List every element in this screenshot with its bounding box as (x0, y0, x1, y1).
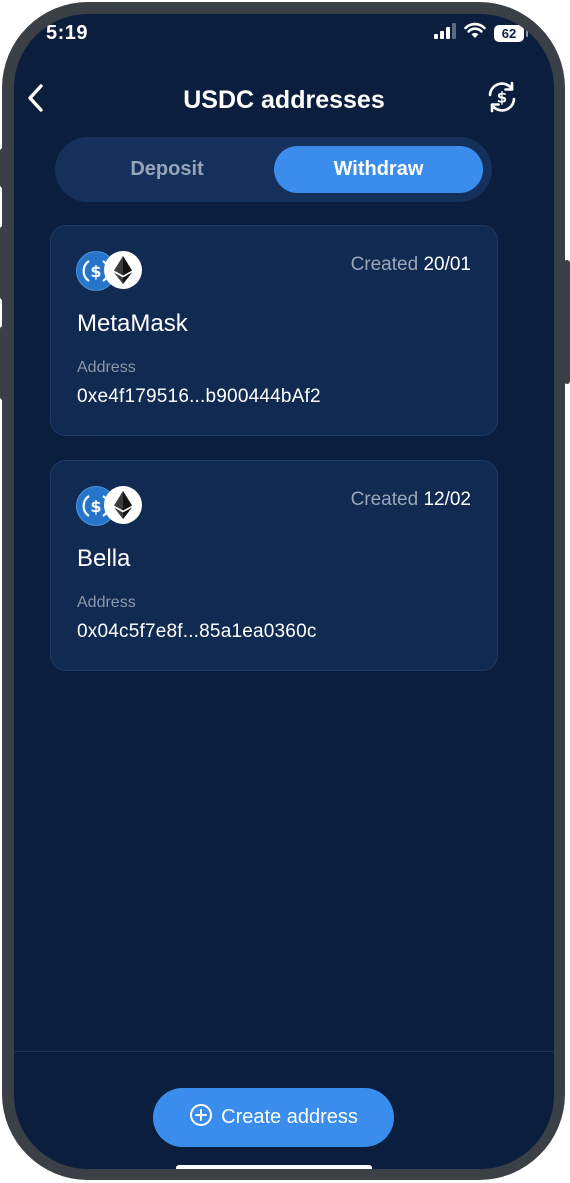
phone-device: 5:19 62 USDC addresses $ Deposit Withdra… (0, 0, 570, 1183)
app-screen: 5:19 62 USDC addresses $ Deposit Withdra… (14, 14, 554, 1169)
status-time: 5:19 (46, 22, 89, 44)
ethereum-icon (104, 486, 142, 524)
created-label: Created (350, 489, 419, 510)
tab-withdraw[interactable]: Withdraw (274, 146, 483, 193)
address-card[interactable]: $ Created 12/02 Bella Address 0x04c5f7e8… (50, 460, 498, 671)
address-label: Address (77, 594, 136, 611)
tab-deposit[interactable]: Deposit (63, 146, 271, 193)
created-date-text: Created 20/01 (351, 254, 471, 276)
side-button-power (564, 260, 570, 384)
created-label: Created (350, 254, 419, 275)
create-address-label: Create address (221, 1106, 358, 1128)
side-button-volume-down (0, 326, 6, 400)
bottom-divider (14, 1051, 554, 1052)
address-value: 0xe4f179516...b900444bAf2 (77, 386, 321, 407)
wifi-icon (464, 22, 486, 44)
coin-icons: $ (76, 251, 146, 291)
ethereum-icon (104, 251, 142, 289)
cellular-signal-icon (434, 22, 456, 44)
side-button-volume-up (0, 226, 6, 300)
coin-icons: $ (76, 486, 146, 526)
svg-text:$: $ (90, 497, 101, 516)
svg-text:$: $ (90, 262, 101, 281)
create-address-button[interactable]: Create address (153, 1088, 394, 1147)
status-icons: 62 (434, 22, 528, 44)
currency-exchange-button[interactable]: $ (482, 79, 522, 119)
plus-circle-icon (189, 1103, 213, 1133)
deposit-withdraw-tabs: Deposit Withdraw (55, 137, 492, 202)
address-value: 0x04c5f7e8f...85a1ea0360c (77, 621, 317, 642)
address-card[interactable]: $ Created 20/01 MetaMask Address 0xe4f17… (50, 225, 498, 436)
battery-indicator: 62 (494, 24, 528, 42)
svg-text:$: $ (497, 88, 507, 106)
address-name: MetaMask (77, 310, 188, 337)
address-name: Bella (77, 545, 131, 572)
created-date: 12/02 (423, 489, 471, 510)
currency-exchange-icon: $ (484, 79, 520, 120)
created-date: 20/01 (423, 254, 471, 275)
address-label: Address (77, 359, 136, 376)
home-indicator (176, 1165, 372, 1169)
page-title: USDC addresses (183, 86, 385, 114)
created-date-text: Created 12/02 (351, 489, 471, 511)
side-button-mute (0, 148, 6, 188)
